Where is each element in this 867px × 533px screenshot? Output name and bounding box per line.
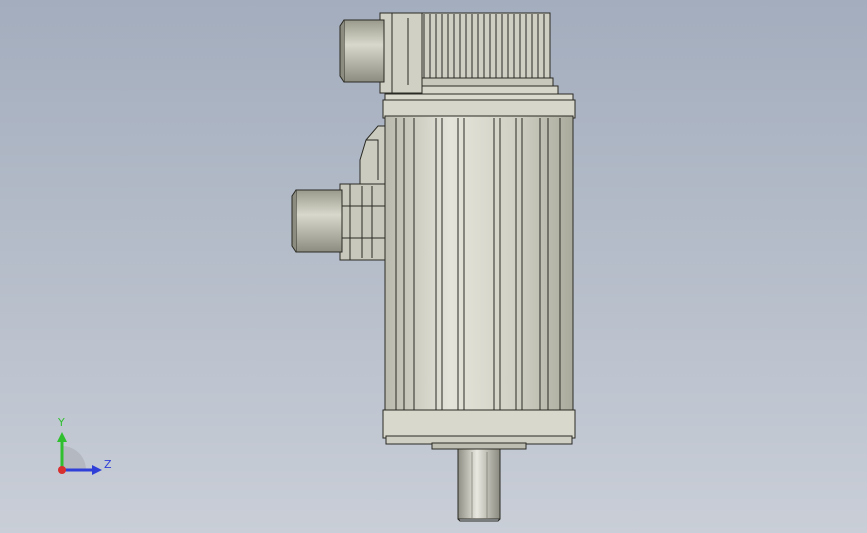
triad-plane-indicator <box>62 446 86 470</box>
motor-model-view[interactable]: Y Z <box>0 0 867 533</box>
x-axis-dot <box>58 466 66 474</box>
motor-body <box>382 93 576 450</box>
side-bracket <box>359 125 386 187</box>
z-axis-arrowhead <box>92 465 102 475</box>
orientation-triad[interactable]: Y Z <box>57 416 112 475</box>
cad-viewport[interactable]: Y Z <box>0 0 867 533</box>
y-axis-label: Y <box>57 416 65 429</box>
y-axis-arrowhead <box>57 432 67 442</box>
side-connector <box>291 183 386 261</box>
z-axis-label: Z <box>104 458 112 471</box>
top-connector <box>339 12 423 94</box>
output-shaft <box>457 448 501 522</box>
